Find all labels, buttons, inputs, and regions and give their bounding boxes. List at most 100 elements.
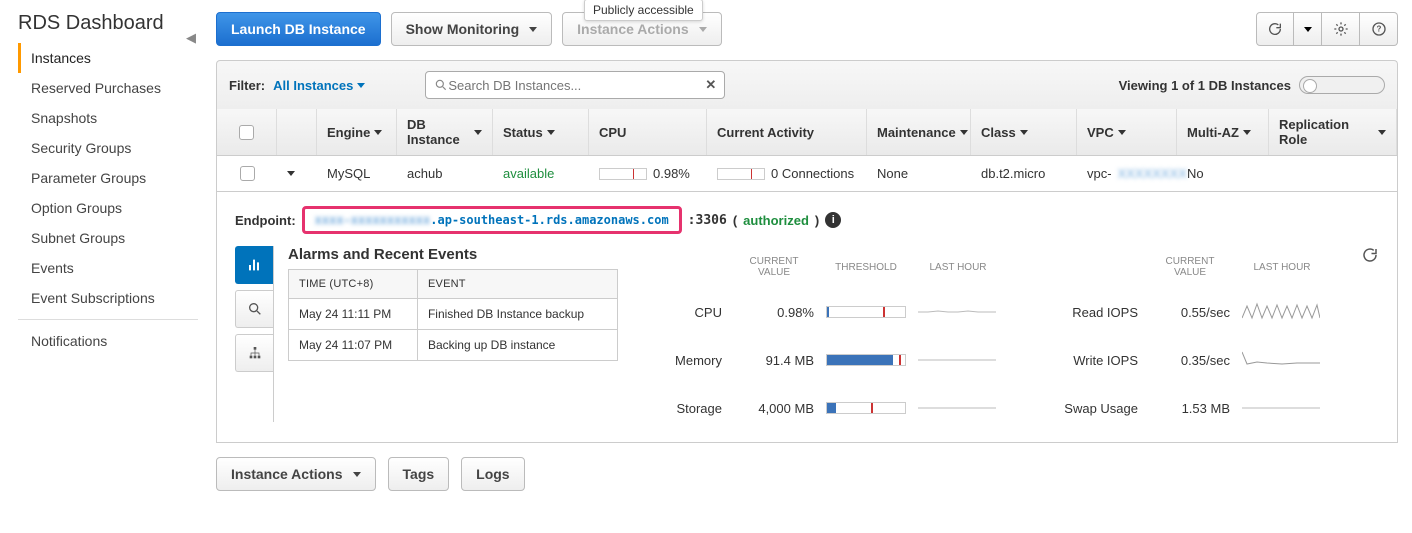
- cell-maintenance: None: [867, 166, 971, 181]
- endpoint-authorized: authorized: [743, 213, 809, 228]
- sidebar-title: RDS Dashboard: [18, 12, 198, 35]
- metric-readiops-sparkline: [1242, 298, 1320, 326]
- search-input[interactable]: [448, 78, 705, 93]
- sort-icon: [1243, 130, 1251, 135]
- sidebar-item-events[interactable]: Events: [18, 253, 198, 283]
- sort-icon: [374, 130, 382, 135]
- show-monitoring-label: Show Monitoring: [406, 21, 520, 37]
- expand-row-icon[interactable]: [287, 171, 295, 176]
- event-row: May 24 11:11 PMFinished DB Instance back…: [289, 299, 618, 330]
- col-db-instance[interactable]: DB Instance: [397, 109, 493, 155]
- detail-refresh-button[interactable]: [1361, 246, 1379, 422]
- chevron-down-icon: [1304, 27, 1312, 32]
- sort-icon: [474, 130, 482, 135]
- metric-writeiops-value: 0.35/sec: [1150, 353, 1230, 368]
- metric-storage-bar: [826, 402, 906, 414]
- col-replication-role[interactable]: Replication Role: [1269, 109, 1397, 155]
- settings-button[interactable]: [1322, 12, 1360, 46]
- tab-topology[interactable]: [235, 334, 273, 372]
- tab-details[interactable]: [235, 290, 273, 328]
- sidebar-item-notifications[interactable]: Notifications: [18, 326, 198, 356]
- metric-cpu-bar: [826, 306, 906, 318]
- endpoint-tooltip: Publicly accessible: [584, 0, 703, 21]
- viewing-status: Viewing 1 of 1 DB Instances: [1119, 76, 1385, 94]
- sidebar-item-reserved-purchases[interactable]: Reserved Purchases: [18, 73, 198, 103]
- sidebar-item-option-groups[interactable]: Option Groups: [18, 193, 198, 223]
- col-maintenance[interactable]: Maintenance: [867, 109, 971, 155]
- event-row: May 24 11:07 PMBacking up DB instance: [289, 330, 618, 361]
- metrics-left: CURRENT VALUETHRESHOLDLAST HOUR CPU 0.98…: [632, 256, 998, 422]
- bottom-actions: Instance Actions Tags Logs: [216, 457, 1398, 491]
- sort-icon: [547, 130, 555, 135]
- cell-db-instance: achub: [397, 166, 493, 181]
- info-icon[interactable]: i: [825, 212, 841, 228]
- metric-storage-sparkline: [918, 394, 996, 422]
- cell-status: available: [493, 166, 589, 181]
- chevron-down-icon: [529, 27, 537, 32]
- svg-text:?: ?: [1376, 25, 1381, 34]
- main: Launch DB Instance Show Monitoring Insta…: [198, 0, 1412, 503]
- metric-swap-sparkline: [1242, 394, 1320, 422]
- activity-sparkbar: [717, 168, 765, 180]
- sidebar-item-subnet-groups[interactable]: Subnet Groups: [18, 223, 198, 253]
- refresh-button[interactable]: [1256, 12, 1294, 46]
- sidebar-item-parameter-groups[interactable]: Parameter Groups: [18, 163, 198, 193]
- col-class[interactable]: Class: [971, 109, 1077, 155]
- metric-readiops-name: Read IOPS: [1038, 305, 1138, 320]
- metric-memory-sparkline: [918, 346, 996, 374]
- help-button[interactable]: ?: [1360, 12, 1398, 46]
- events-th-time: TIME (UTC+8): [289, 270, 418, 299]
- col-cpu[interactable]: CPU: [589, 109, 707, 155]
- chevron-down-icon: [699, 27, 707, 32]
- sidebar-item-snapshots[interactable]: Snapshots: [18, 103, 198, 133]
- endpoint-row: Endpoint: xxxx-xxxxxxxxxxx.ap-southeast-…: [235, 206, 1379, 234]
- show-monitoring-button[interactable]: Show Monitoring: [391, 12, 553, 46]
- refresh-options-button[interactable]: [1294, 12, 1322, 46]
- instance-actions-bottom-button[interactable]: Instance Actions: [216, 457, 376, 491]
- logs-button[interactable]: Logs: [461, 457, 524, 491]
- metric-swap-value: 1.53 MB: [1150, 401, 1230, 416]
- table-row[interactable]: MySQL achub available 0.98% 0 Connection…: [216, 156, 1398, 192]
- col-vpc[interactable]: VPC: [1077, 109, 1177, 155]
- clear-search-icon[interactable]: ✕: [705, 77, 716, 93]
- metric-memory-name: Memory: [632, 353, 722, 368]
- chevron-down-icon: [357, 83, 365, 88]
- search-icon: [434, 78, 448, 92]
- cell-vpc: vpc-XXXXXXXX: [1077, 166, 1177, 181]
- events-title: Alarms and Recent Events: [288, 246, 618, 263]
- filter-selection-dropdown[interactable]: All Instances: [273, 78, 365, 93]
- sidebar-item-security-groups[interactable]: Security Groups: [18, 133, 198, 163]
- detail-tab-rail: [235, 246, 274, 422]
- col-current-activity[interactable]: Current Activity: [707, 109, 867, 155]
- launch-db-instance-button[interactable]: Launch DB Instance: [216, 12, 381, 46]
- sort-icon: [1118, 130, 1126, 135]
- endpoint-port: :3306: [688, 213, 727, 228]
- col-engine[interactable]: Engine: [317, 109, 397, 155]
- metric-cpu-name: CPU: [632, 305, 722, 320]
- search-box[interactable]: ✕: [425, 71, 725, 99]
- tab-monitoring[interactable]: [235, 246, 273, 284]
- col-multi-az[interactable]: Multi-AZ: [1177, 109, 1269, 155]
- select-all-checkbox[interactable]: [239, 125, 254, 140]
- cell-class: db.t2.micro: [971, 166, 1077, 181]
- top-toolbar: Launch DB Instance Show Monitoring Insta…: [216, 12, 1398, 46]
- chevron-down-icon: [353, 472, 361, 477]
- tags-button[interactable]: Tags: [388, 457, 450, 491]
- sidebar: RDS Dashboard Instances Reserved Purchas…: [0, 0, 198, 503]
- col-status[interactable]: Status: [493, 109, 589, 155]
- filter-label: Filter:: [229, 78, 265, 93]
- sort-icon: [960, 130, 968, 135]
- cell-activity: 0 Connections: [707, 166, 867, 181]
- row-checkbox[interactable]: [240, 166, 255, 181]
- cpu-sparkbar: [599, 168, 647, 180]
- scroll-pill[interactable]: [1299, 76, 1385, 94]
- metric-storage-value: 4,000 MB: [734, 401, 814, 416]
- instance-actions-label: Instance Actions: [577, 21, 689, 37]
- metric-readiops-value: 0.55/sec: [1150, 305, 1230, 320]
- sidebar-item-event-subscriptions[interactable]: Event Subscriptions: [18, 283, 198, 313]
- metric-swap-name: Swap Usage: [1038, 401, 1138, 416]
- metrics-panel: CURRENT VALUETHRESHOLDLAST HOUR CPU 0.98…: [632, 246, 1322, 422]
- sidebar-item-instances[interactable]: Instances: [18, 43, 198, 73]
- endpoint-host[interactable]: xxxx-xxxxxxxxxxx.ap-southeast-1.rds.amaz…: [302, 206, 682, 234]
- divider: [18, 319, 198, 320]
